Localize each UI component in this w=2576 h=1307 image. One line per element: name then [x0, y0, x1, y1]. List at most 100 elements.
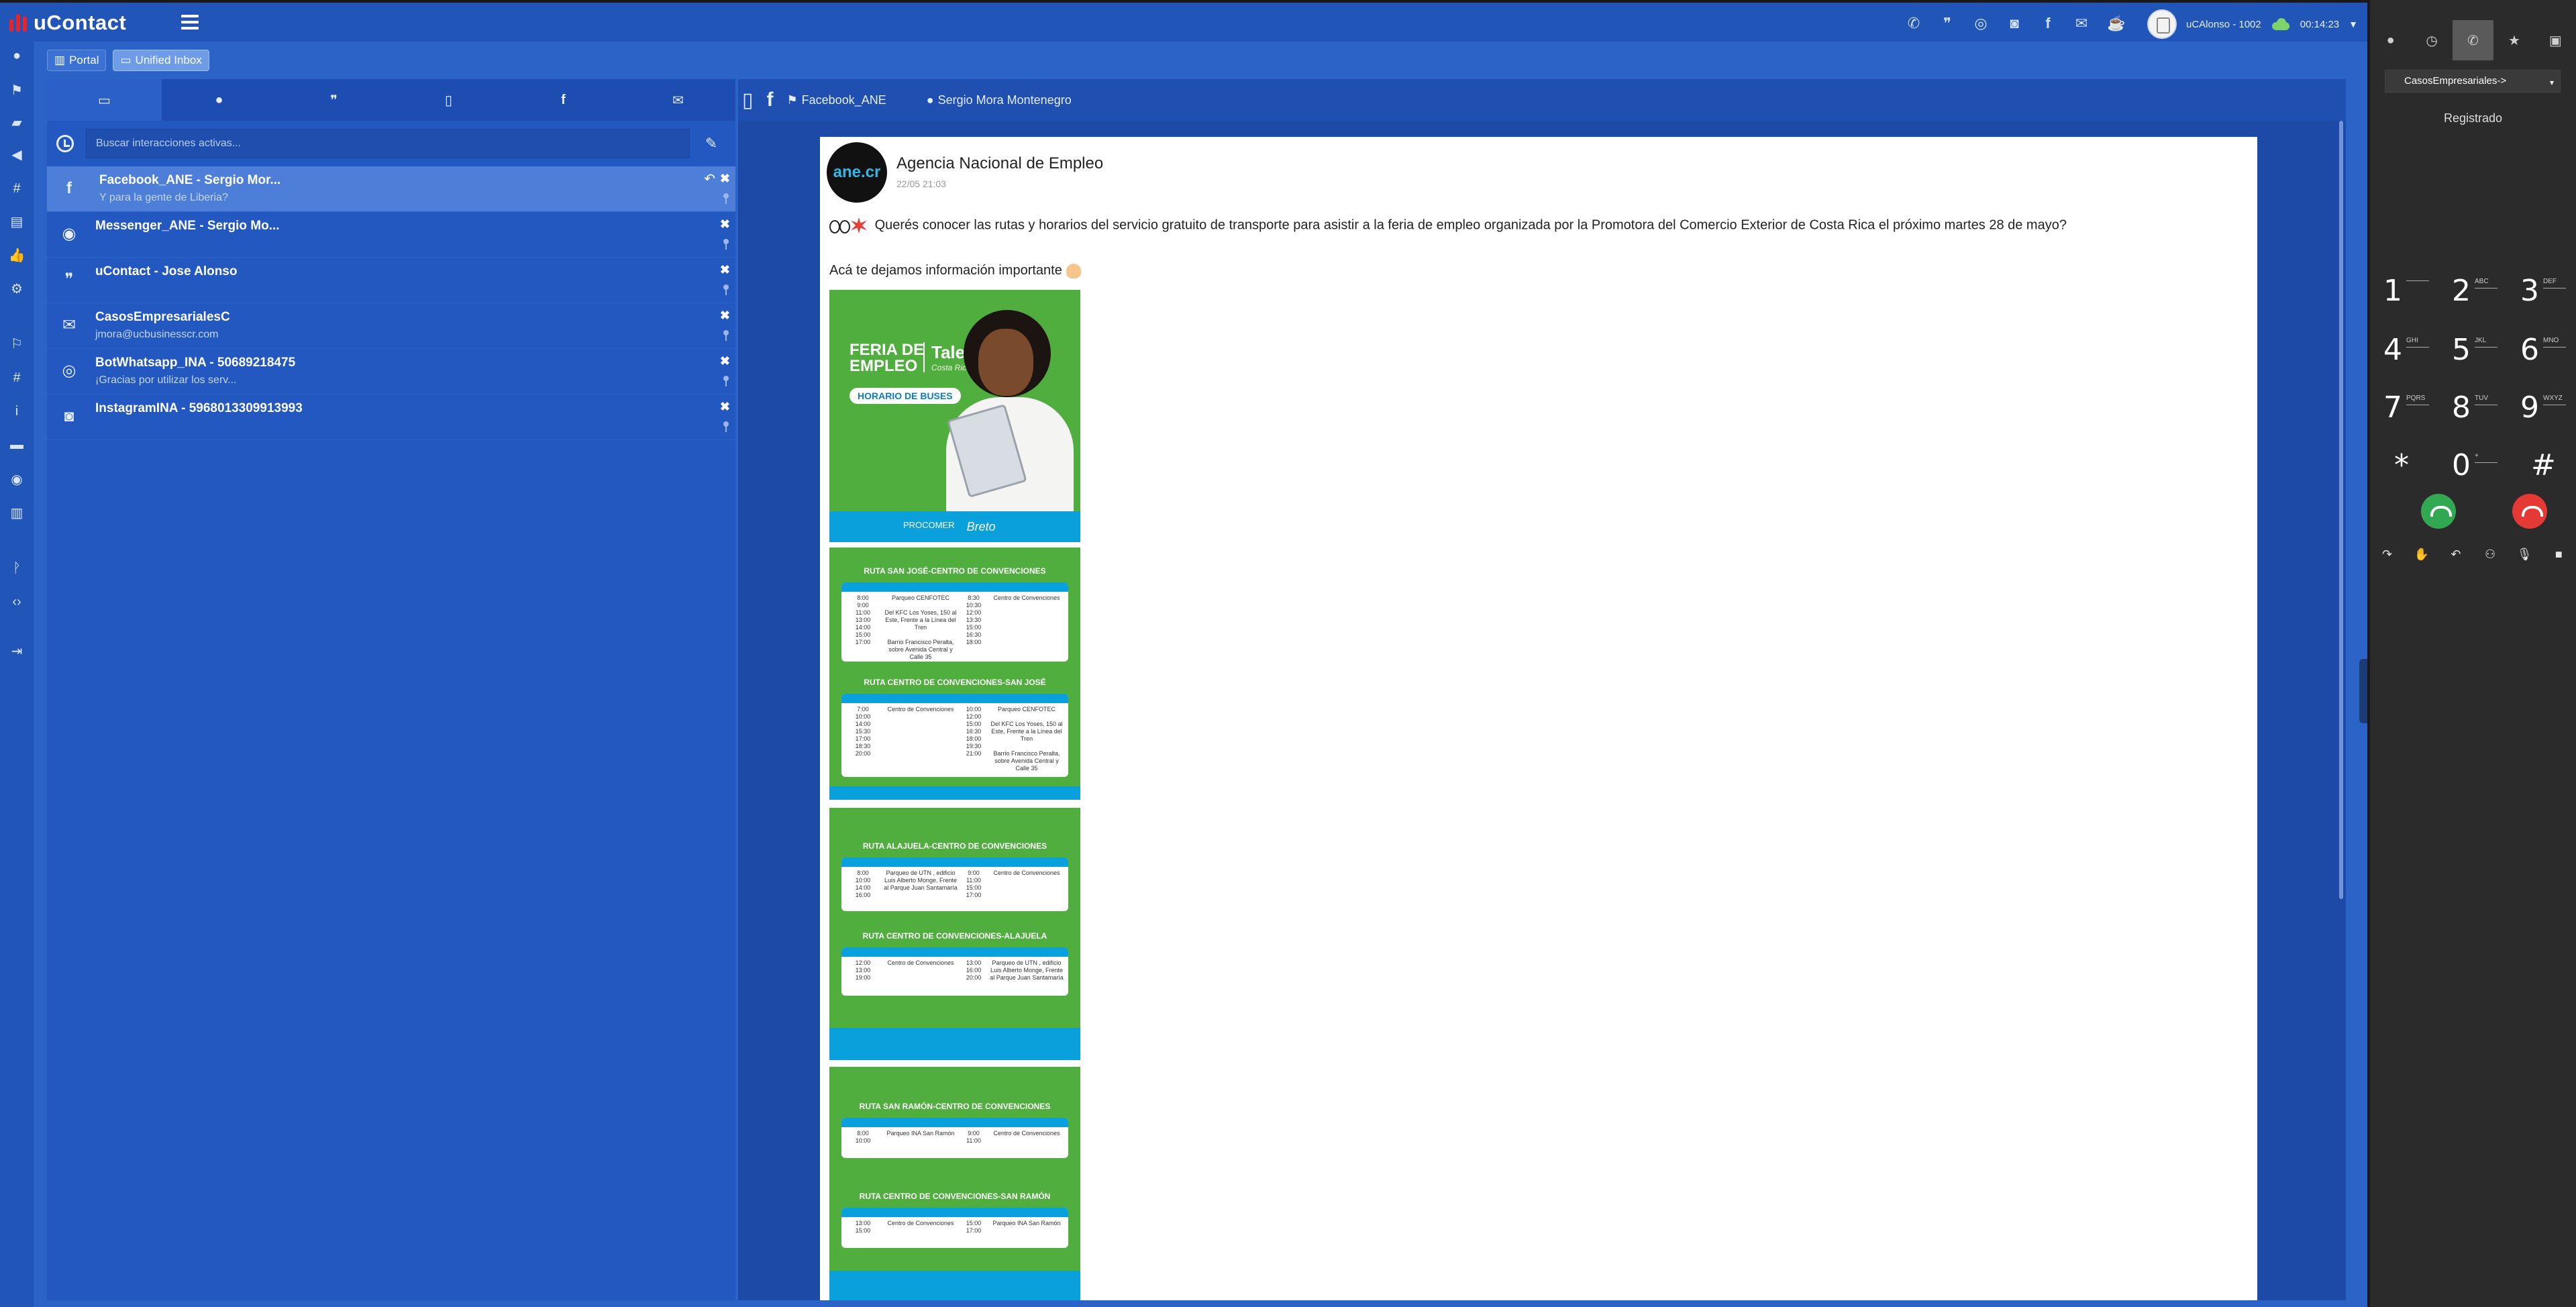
close-icon[interactable]: ✖ [720, 217, 730, 231]
pin-icon[interactable] [723, 239, 729, 250]
list-item[interactable]: ◎ BotWhatsapp_INA - 50689218475 ¡Gracias… [47, 349, 735, 395]
campaign-select[interactable]: CasosEmpresariales-> [2385, 70, 2561, 93]
list-item[interactable]: ◉ Messenger_ANE - Sergio Mo... ✖ [47, 212, 735, 258]
dial-key-5[interactable]: 5 JKL [2442, 327, 2507, 374]
post-text-2: Acá te dejamos información importante [829, 263, 1081, 278]
dashboard-icon[interactable]: ◉ [8, 471, 25, 488]
tab-messenger[interactable]: ❞ [276, 79, 391, 121]
menu-toggle-icon[interactable] [181, 15, 199, 30]
dial-key-star[interactable]: * [2385, 443, 2449, 490]
reply-icon[interactable]: ↶ [704, 170, 715, 187]
poster-image[interactable]: FERIA DE EMPLEO Talent Costa Rica HORARI… [829, 290, 1080, 542]
close-icon[interactable]: ✖ [720, 354, 730, 368]
email-icon[interactable]: ✉ [2073, 15, 2090, 32]
flag-outline-icon[interactable]: ⚐ [8, 335, 25, 353]
gears-icon[interactable]: ⚙ [8, 280, 25, 298]
compose-icon[interactable]: ✎ [702, 134, 721, 153]
route-times-2: 10:00 12:00 15:00 16:30 18:00 19:30 21:0… [966, 706, 982, 757]
poster-image[interactable]: RUTA ALAJUELA-CENTRO DE CONVENCIONES 8:0… [829, 808, 1080, 1060]
info-icon[interactable]: i [8, 403, 25, 420]
tab-inbox[interactable]: ▭ [47, 79, 162, 121]
hangup-button[interactable] [2512, 494, 2547, 529]
pin-icon[interactable] [723, 376, 729, 386]
instagram-icon[interactable]: ◙ [2006, 15, 2022, 32]
tab-dialpad[interactable]: ✆ [2452, 20, 2494, 60]
dial-key-3[interactable]: 3 DEF [2511, 268, 2575, 315]
chevron-down-icon[interactable]: ▾ [2550, 78, 2554, 87]
dial-key-0[interactable]: 0 + [2442, 443, 2507, 490]
poster-image[interactable]: RUTA SAN JOSÉ-CENTRO DE CONVENCIONES 8:0… [829, 547, 1080, 800]
avatar[interactable] [2147, 9, 2177, 39]
folder-icon[interactable]: ▬ [8, 436, 25, 454]
pin-icon[interactable] [723, 421, 729, 432]
phone-icon[interactable]: ✆ [1906, 15, 1922, 32]
close-icon[interactable]: ✖ [720, 309, 730, 323]
clock-icon[interactable] [56, 135, 74, 152]
hashtag-icon-2[interactable]: # [8, 369, 25, 386]
code-icon[interactable]: ‹› [8, 593, 25, 611]
close-icon[interactable]: ✖ [720, 263, 730, 277]
close-icon[interactable]: ✖ [720, 172, 730, 186]
list-item[interactable]: ✉ CasosEmpresarialesC jmora@ucbusinesscr… [47, 303, 735, 349]
tab-sms[interactable]: ▯ [391, 79, 506, 121]
chat-scrollbar[interactable] [2339, 121, 2343, 899]
tab-favorites[interactable]: ★ [2493, 20, 2534, 60]
transfer-icon[interactable]: ↷ [2379, 547, 2395, 562]
dial-key-8[interactable]: 8 TUV [2442, 385, 2507, 432]
tab-chat[interactable]: ● [162, 79, 276, 121]
video-icon[interactable]: ■ [2551, 547, 2567, 562]
poster-image[interactable]: RUTA SAN RAMÓN-CENTRO DE CONVENCIONES 8:… [829, 1067, 1080, 1300]
hold-icon[interactable]: ✋ [2414, 547, 2430, 562]
facebook-icon: f [766, 89, 774, 111]
tab-history[interactable]: ◷ [2411, 20, 2452, 60]
conference-icon[interactable]: ⚇ [2482, 547, 2498, 562]
document-icon[interactable]: ▤ [8, 213, 25, 231]
list-item[interactable]: ❞ uContact - Jose Alonso ✖ [47, 258, 735, 303]
dial-key-4[interactable]: 4 GHI [2374, 327, 2438, 374]
facebook-icon[interactable]: f [2040, 15, 2056, 32]
caret-down-icon[interactable]: ▼ [2349, 19, 2358, 30]
file-icon[interactable]: ▯ [742, 89, 754, 112]
volume-icon[interactable]: ◀ [8, 146, 25, 164]
portal-button[interactable]: ▥ Portal [47, 50, 107, 71]
user-icon[interactable]: ● [8, 47, 25, 64]
list-item[interactable]: f Facebook_ANE - Sergio Mor... Y para la… [47, 166, 735, 212]
whatsapp-icon[interactable]: ◎ [1973, 15, 1989, 32]
poster-title: FERIA DE EMPLEO [849, 342, 924, 374]
dial-key-6[interactable]: 6 MNO [2511, 327, 2575, 374]
chat-icon[interactable]: ❞ [1939, 15, 1955, 32]
key-number: 7 [2383, 390, 2402, 425]
file-icon[interactable]: ▥ [8, 505, 25, 522]
truck-icon[interactable]: ▰ [8, 114, 25, 132]
unified-inbox-button[interactable]: ▭ Unified Inbox [113, 50, 209, 71]
user-menu[interactable]: uCAlonso - 1002 00:14:23 ▼ [2147, 9, 2358, 39]
mute-icon[interactable]: 🎙 [2516, 547, 2532, 562]
tab-agent[interactable]: ● [2370, 20, 2411, 60]
back-icon[interactable]: ↶ [2448, 547, 2464, 562]
star-icon: ★ [2508, 33, 2520, 48]
pin-icon[interactable] [723, 193, 729, 204]
dial-key-hash[interactable]: # [2522, 443, 2576, 490]
tab-email[interactable]: ✉ [621, 79, 735, 121]
flag-icon[interactable]: ⚑ [8, 82, 25, 99]
coffee-icon[interactable]: ☕ [2107, 15, 2125, 32]
search-input[interactable] [86, 129, 690, 158]
tab-contacts[interactable]: ▣ [2535, 20, 2576, 60]
sign-out-icon[interactable]: ⇥ [8, 643, 25, 660]
thumbs-up-icon[interactable]: 👍 [8, 247, 25, 264]
call-button[interactable] [2421, 494, 2456, 529]
branch-icon[interactable]: ᚹ [8, 560, 25, 577]
dial-key-7[interactable]: 7 PQRS [2374, 385, 2438, 432]
pin-icon[interactable] [723, 330, 729, 341]
route-table: 8:00 10:00 14:00 16:00 Parqueo de UTN , … [841, 857, 1068, 911]
close-icon[interactable]: ✖ [720, 400, 730, 414]
tab-facebook[interactable]: f [506, 79, 621, 121]
dial-key-1[interactable]: 1 [2374, 268, 2438, 315]
pin-icon[interactable] [723, 284, 729, 295]
key-number: 3 [2520, 274, 2539, 308]
key-number: 2 [2452, 274, 2471, 308]
list-item[interactable]: ◙ InstagramINA - 5968013309913993 ✖ [47, 395, 735, 440]
hashtag-icon[interactable]: # [8, 180, 25, 197]
dial-key-2[interactable]: 2 ABC [2442, 268, 2507, 315]
dial-key-9[interactable]: 9 WXYZ [2511, 385, 2575, 432]
